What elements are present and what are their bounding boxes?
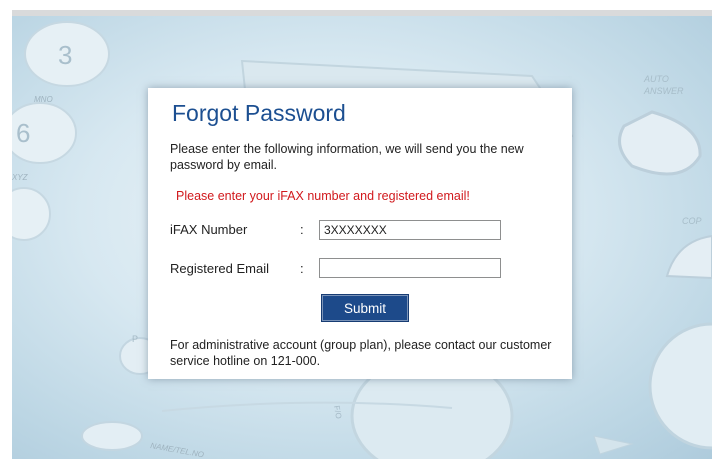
arrow-key (593, 435, 634, 455)
name-tel-key (81, 421, 143, 451)
intro-text: Please enter the following information, … (170, 142, 524, 172)
right-dial (648, 322, 712, 450)
fax-number-colon: : (300, 222, 304, 237)
copy-key-label: COP (682, 216, 702, 226)
forgot-password-page: 3 MNO 6 XYZ P AUTO ANSWER COP F/O NAME/T… (0, 0, 712, 459)
keypad-xyz-label: XYZ (12, 173, 29, 182)
fax-number-input[interactable] (319, 220, 501, 240)
registered-email-label: Registered Email (170, 261, 269, 276)
forgot-password-dialog: Forgot Password Please enter the followi… (148, 88, 572, 379)
name-tel-label: NAME/TEL.NO (150, 441, 205, 459)
fo-label: F/O (332, 405, 343, 420)
auto-answer-label-1: AUTO (643, 74, 669, 84)
keypad-key-6-digit: 6 (16, 118, 30, 148)
submit-button[interactable]: Submit (322, 295, 408, 321)
copy-key (665, 234, 712, 280)
keypad-key-9 (12, 187, 51, 241)
registered-email-input[interactable] (319, 258, 501, 278)
registered-email-colon: : (300, 261, 304, 276)
admin-contact-note: For administrative account (group plan),… (170, 338, 552, 368)
keypad-key-3-digit: 3 (58, 40, 72, 70)
fax-number-label: iFAX Number (170, 222, 248, 237)
auto-answer-label-2: ANSWER (643, 86, 684, 96)
page-title: Forgot Password (172, 100, 346, 126)
side-p-label: P (132, 334, 138, 344)
auto-answer-key (618, 110, 702, 176)
validation-warning: Please enter your iFAX number and regist… (176, 189, 470, 203)
